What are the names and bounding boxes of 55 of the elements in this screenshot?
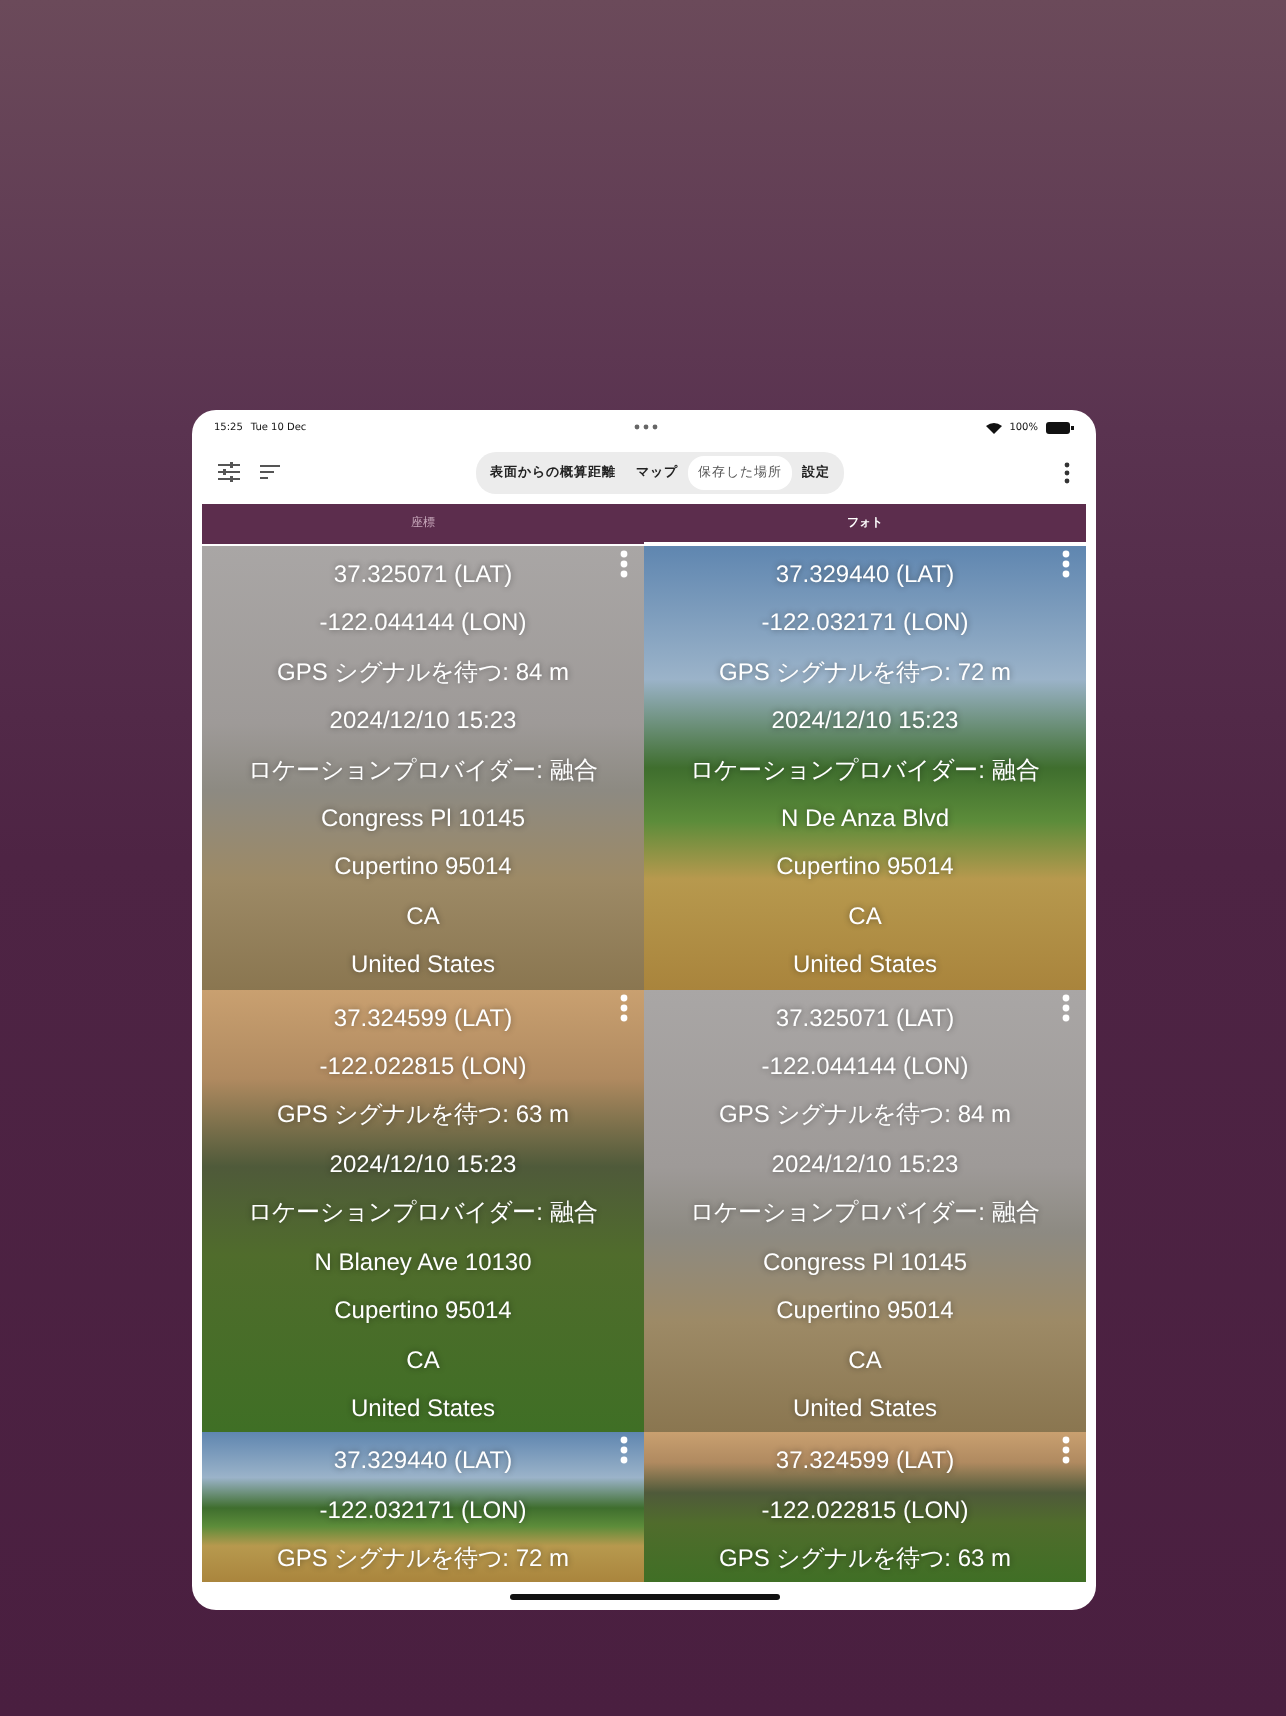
card-text: 37.324599 (LAT) — [333, 1001, 513, 1036]
card-text: -122.022815 (LON) — [761, 1493, 969, 1528]
location-card[interactable]: 37.325071 (LAT) -122.044144 (LON) GPS シグナルを待つ: 84 m 2024/12/10 15:23 ロケーションプロバイダー: 融合 Congress Pl 10145 Cupertino 95014 CA United States — [202, 546, 644, 990]
card-text: 37.325071 (LAT) — [775, 1001, 955, 1036]
card-text: 2024/12/10 15:23 — [329, 1147, 517, 1182]
location-card[interactable]: 37.325071 (LAT) -122.044144 (LON) GPS シグナルを待つ: 84 m 2024/12/10 15:23 ロケーションプロバイダー: 融合 Congress Pl 10145 Cupertino 95014 CA United States — [644, 989, 1086, 1433]
sort-icon[interactable] — [260, 464, 280, 480]
card-text: Congress Pl 10145 — [762, 1245, 968, 1280]
card-text: GPS シグナルを待つ: 63 m — [718, 1542, 1012, 1577]
card-text: Cupertino 95014 — [334, 850, 512, 885]
wifi-icon — [985, 421, 1002, 433]
card-text: GPS シグナルを待つ: 63 m — [276, 1098, 570, 1133]
home-indicator[interactable] — [509, 1593, 779, 1599]
battery-icon — [1045, 421, 1074, 433]
card-text: -122.022815 (LON) — [319, 1050, 527, 1085]
card-text: N De Anza Blvd — [780, 802, 950, 837]
card-text: CA — [848, 899, 882, 934]
card-text: 37.325071 (LAT) — [333, 558, 513, 592]
location-card[interactable]: 37.324599 (LAT) -122.022815 (LON) GPS シグナルを待つ: 63 m — [644, 1432, 1086, 1582]
card-text: United States — [792, 948, 938, 983]
card-text: United States — [350, 948, 496, 983]
card-text: United States — [350, 1391, 496, 1426]
card-text: N Blaney Ave 10130 — [314, 1245, 532, 1280]
multitasking-icon[interactable] — [633, 424, 658, 430]
card-text: Cupertino 95014 — [776, 1294, 954, 1329]
card-text: ロケーションプロバイダー: 融合 — [248, 1196, 598, 1231]
card-text: 37.329440 (LAT) — [775, 558, 955, 592]
card-text: GPS シグナルを待つ: 84 m — [276, 655, 570, 690]
card-text: Cupertino 95014 — [334, 1294, 512, 1329]
location-card[interactable]: 37.329440 (LAT) -122.032171 (LON) GPS シグナルを待つ: 72 m — [202, 1432, 644, 1582]
sliders-icon[interactable] — [218, 462, 240, 482]
card-text: ロケーションプロバイダー: 融合 — [690, 753, 1040, 788]
card-text: CA — [406, 1343, 440, 1377]
card-text: -122.044144 (LON) — [319, 606, 527, 641]
card-text: -122.044144 (LON) — [761, 1050, 969, 1085]
card-text: CA — [406, 899, 440, 934]
card-text: GPS シグナルを待つ: 72 m — [718, 655, 1012, 690]
card-text: -122.032171 (LON) — [761, 606, 969, 641]
card-text: GPS シグナルを待つ: 72 m — [276, 1542, 570, 1577]
card-text: 2024/12/10 15:23 — [771, 704, 959, 739]
card-text: ロケーションプロバイダー: 融合 — [248, 753, 598, 788]
card-text: GPS シグナルを待つ: 84 m — [718, 1098, 1012, 1133]
card-text: 2024/12/10 15:23 — [771, 1147, 959, 1182]
card-text: Cupertino 95014 — [776, 850, 954, 885]
card-text: -122.032171 (LON) — [319, 1493, 527, 1528]
card-text: 37.329440 (LAT) — [333, 1444, 513, 1479]
card-text: Congress Pl 10145 — [320, 802, 526, 837]
card-text: CA — [848, 1343, 882, 1377]
location-card[interactable]: 37.324599 (LAT) -122.022815 (LON) GPS シグナルを待つ: 63 m 2024/12/10 15:23 ロケーションプロバイダー: 融合 N Blaney Ave 10130 Cupertino 95014 CA United States — [202, 989, 644, 1433]
more-icon[interactable] — [1064, 461, 1070, 483]
card-text: 2024/12/10 15:23 — [329, 704, 517, 739]
card-text: ロケーションプロバイダー: 融合 — [690, 1196, 1040, 1231]
card-text: United States — [792, 1391, 938, 1426]
card-text: 37.324599 (LAT) — [775, 1444, 955, 1479]
location-card[interactable]: 37.329440 (LAT) -122.032171 (LON) GPS シグナルを待つ: 72 m 2024/12/10 15:23 ロケーションプロバイダー: 融合 N De Anza Blvd Cupertino 95014 CA United States — [644, 546, 1086, 990]
